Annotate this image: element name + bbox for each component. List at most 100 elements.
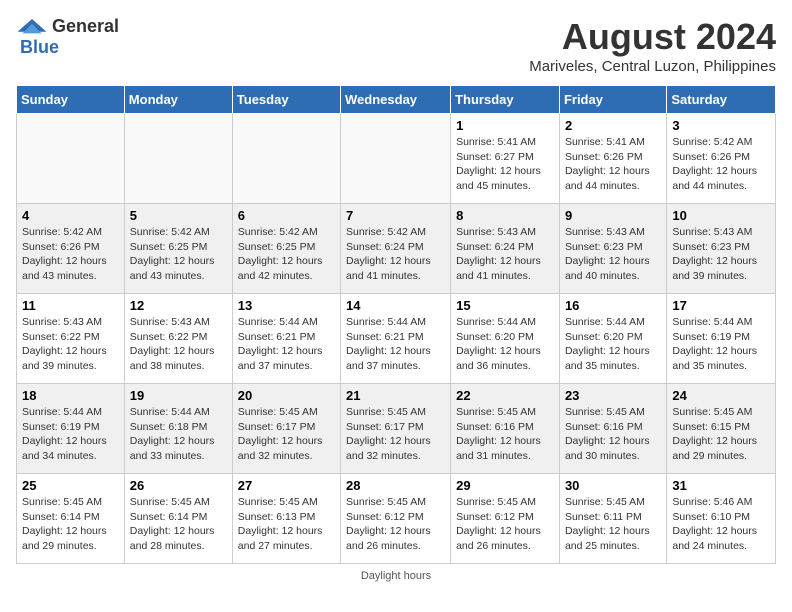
day-info: Sunrise: 5:45 AM Sunset: 6:11 PM Dayligh… — [565, 495, 661, 554]
calendar-cell: 13 Sunrise: 5:44 AM Sunset: 6:21 PM Dayli… — [232, 294, 340, 384]
calendar-cell: 17 Sunrise: 5:44 AM Sunset: 6:19 PM Dayli… — [667, 294, 776, 384]
day-info: Sunrise: 5:45 AM Sunset: 6:13 PM Dayligh… — [238, 495, 335, 554]
day-number: 1 — [456, 118, 554, 133]
day-info: Sunrise: 5:45 AM Sunset: 6:12 PM Dayligh… — [346, 495, 445, 554]
calendar-cell: 5Sunrise: 5:42 AM Sunset: 6:25 PM Daylig… — [124, 204, 232, 294]
day-info: Sunrise: 5:45 AM Sunset: 6:17 PM Dayligh… — [238, 405, 335, 464]
day-header-monday: Monday — [124, 86, 232, 114]
footer-note: Daylight hours — [16, 570, 776, 582]
logo-icon — [16, 17, 48, 37]
day-info: Sunrise: 5:44 AM Sunset: 6:19 PM Dayligh… — [22, 405, 119, 464]
day-number: 4 — [22, 208, 119, 223]
day-number: 29 — [456, 478, 554, 493]
day-number: 24 — [672, 388, 770, 403]
calendar-table: SundayMondayTuesdayWednesdayThursdayFrid… — [16, 85, 776, 564]
day-info: Sunrise: 5:44 AM Sunset: 6:19 PM Dayligh… — [672, 315, 770, 374]
calendar-cell: 31Sunrise: 5:46 AM Sunset: 6:10 PM Dayli… — [667, 474, 776, 564]
calendar-cell: 14 Sunrise: 5:44 AM Sunset: 6:21 PM Dayli… — [341, 294, 451, 384]
day-info: Sunrise: 5:43 AM Sunset: 6:22 PM Dayligh… — [22, 315, 119, 374]
logo-text-general: General — [52, 16, 119, 37]
calendar-cell: 18 Sunrise: 5:44 AM Sunset: 6:19 PM Dayli… — [17, 384, 125, 474]
day-number: 14 — [346, 298, 445, 313]
calendar-cell: 11 Sunrise: 5:43 AM Sunset: 6:22 PM Dayli… — [17, 294, 125, 384]
day-number: 20 — [238, 388, 335, 403]
calendar-cell: 10Sunrise: 5:43 AM Sunset: 6:23 PM Dayli… — [667, 204, 776, 294]
calendar-cell: 25Sunrise: 5:45 AM Sunset: 6:14 PM Dayli… — [17, 474, 125, 564]
day-header-tuesday: Tuesday — [232, 86, 340, 114]
calendar-cell: 22 Sunrise: 5:45 AM Sunset: 6:16 PM Dayli… — [451, 384, 560, 474]
day-info: Sunrise: 5:42 AM Sunset: 6:26 PM Dayligh… — [22, 225, 119, 284]
day-info: Sunrise: 5:45 AM Sunset: 6:17 PM Dayligh… — [346, 405, 445, 464]
calendar-cell — [341, 114, 451, 204]
day-info: Sunrise: 5:44 AM Sunset: 6:21 PM Dayligh… — [346, 315, 445, 374]
calendar-cell: 15 Sunrise: 5:44 AM Sunset: 6:20 PM Dayli… — [451, 294, 560, 384]
title-area: August 2024 Mariveles, Central Luzon, Ph… — [529, 16, 776, 75]
calendar-cell: 23 Sunrise: 5:45 AM Sunset: 6:16 PM Dayli… — [559, 384, 666, 474]
day-number: 8 — [456, 208, 554, 223]
calendar-cell: 12 Sunrise: 5:43 AM Sunset: 6:22 PM Dayli… — [124, 294, 232, 384]
day-info: Sunrise: 5:41 AM Sunset: 6:27 PM Dayligh… — [456, 135, 554, 194]
day-number: 2 — [565, 118, 661, 133]
calendar-cell: 26Sunrise: 5:45 AM Sunset: 6:14 PM Dayli… — [124, 474, 232, 564]
day-number: 11 — [22, 298, 119, 313]
day-info: Sunrise: 5:45 AM Sunset: 6:14 PM Dayligh… — [22, 495, 119, 554]
day-info: Sunrise: 5:45 AM Sunset: 6:16 PM Dayligh… — [565, 405, 661, 464]
calendar-cell: 21 Sunrise: 5:45 AM Sunset: 6:17 PM Dayli… — [341, 384, 451, 474]
day-info: Sunrise: 5:44 AM Sunset: 6:18 PM Dayligh… — [130, 405, 227, 464]
day-number: 12 — [130, 298, 227, 313]
day-info: Sunrise: 5:44 AM Sunset: 6:21 PM Dayligh… — [238, 315, 335, 374]
calendar-cell: 30 Sunrise: 5:45 AM Sunset: 6:11 PM Dayli… — [559, 474, 666, 564]
calendar-cell: 16Sunrise: 5:44 AM Sunset: 6:20 PM Dayli… — [559, 294, 666, 384]
week-row-5: 25Sunrise: 5:45 AM Sunset: 6:14 PM Dayli… — [17, 474, 776, 564]
day-number: 23 — [565, 388, 661, 403]
calendar-cell: 6Sunrise: 5:42 AM Sunset: 6:25 PM Daylig… — [232, 204, 340, 294]
day-number: 7 — [346, 208, 445, 223]
calendar-cell — [17, 114, 125, 204]
day-number: 6 — [238, 208, 335, 223]
calendar-cell: 8 Sunrise: 5:43 AM Sunset: 6:24 PM Daylig… — [451, 204, 560, 294]
calendar-cell: 4 Sunrise: 5:42 AM Sunset: 6:26 PM Daylig… — [17, 204, 125, 294]
week-row-3: 11 Sunrise: 5:43 AM Sunset: 6:22 PM Dayli… — [17, 294, 776, 384]
calendar-cell: 29 Sunrise: 5:45 AM Sunset: 6:12 PM Dayli… — [451, 474, 560, 564]
header: General Blue August 2024 Mariveles, Cent… — [16, 16, 776, 75]
day-info: Sunrise: 5:42 AM Sunset: 6:24 PM Dayligh… — [346, 225, 445, 284]
calendar-cell: 1 Sunrise: 5:41 AM Sunset: 6:27 PM Daylig… — [451, 114, 560, 204]
calendar-cell — [124, 114, 232, 204]
calendar-cell: 9 Sunrise: 5:43 AM Sunset: 6:23 PM Daylig… — [559, 204, 666, 294]
day-info: Sunrise: 5:45 AM Sunset: 6:14 PM Dayligh… — [130, 495, 227, 554]
day-header-wednesday: Wednesday — [341, 86, 451, 114]
logo-text-blue: Blue — [20, 37, 59, 58]
day-info: Sunrise: 5:43 AM Sunset: 6:22 PM Dayligh… — [130, 315, 227, 374]
day-info: Sunrise: 5:45 AM Sunset: 6:16 PM Dayligh… — [456, 405, 554, 464]
day-header-sunday: Sunday — [17, 86, 125, 114]
calendar-cell: 3Sunrise: 5:42 AM Sunset: 6:26 PM Daylig… — [667, 114, 776, 204]
day-number: 10 — [672, 208, 770, 223]
day-number: 21 — [346, 388, 445, 403]
calendar-cell: 27 Sunrise: 5:45 AM Sunset: 6:13 PM Dayli… — [232, 474, 340, 564]
location-subtitle: Mariveles, Central Luzon, Philippines — [529, 58, 776, 75]
calendar-cell: 24 Sunrise: 5:45 AM Sunset: 6:15 PM Dayli… — [667, 384, 776, 474]
day-info: Sunrise: 5:44 AM Sunset: 6:20 PM Dayligh… — [565, 315, 661, 374]
day-info: Sunrise: 5:44 AM Sunset: 6:20 PM Dayligh… — [456, 315, 554, 374]
day-info: Sunrise: 5:45 AM Sunset: 6:12 PM Dayligh… — [456, 495, 554, 554]
day-header-thursday: Thursday — [451, 86, 560, 114]
day-number: 13 — [238, 298, 335, 313]
day-info: Sunrise: 5:45 AM Sunset: 6:15 PM Dayligh… — [672, 405, 770, 464]
day-number: 27 — [238, 478, 335, 493]
calendar-cell — [232, 114, 340, 204]
day-number: 17 — [672, 298, 770, 313]
day-number: 9 — [565, 208, 661, 223]
week-row-4: 18 Sunrise: 5:44 AM Sunset: 6:19 PM Dayli… — [17, 384, 776, 474]
logo: General Blue — [16, 16, 119, 58]
calendar-cell: 7 Sunrise: 5:42 AM Sunset: 6:24 PM Daylig… — [341, 204, 451, 294]
day-info: Sunrise: 5:43 AM Sunset: 6:24 PM Dayligh… — [456, 225, 554, 284]
day-info: Sunrise: 5:41 AM Sunset: 6:26 PM Dayligh… — [565, 135, 661, 194]
day-info: Sunrise: 5:43 AM Sunset: 6:23 PM Dayligh… — [565, 225, 661, 284]
calendar-cell: 19Sunrise: 5:44 AM Sunset: 6:18 PM Dayli… — [124, 384, 232, 474]
day-number: 18 — [22, 388, 119, 403]
day-number: 30 — [565, 478, 661, 493]
day-info: Sunrise: 5:42 AM Sunset: 6:25 PM Dayligh… — [130, 225, 227, 284]
page-title: August 2024 — [529, 16, 776, 58]
day-number: 15 — [456, 298, 554, 313]
day-number: 22 — [456, 388, 554, 403]
